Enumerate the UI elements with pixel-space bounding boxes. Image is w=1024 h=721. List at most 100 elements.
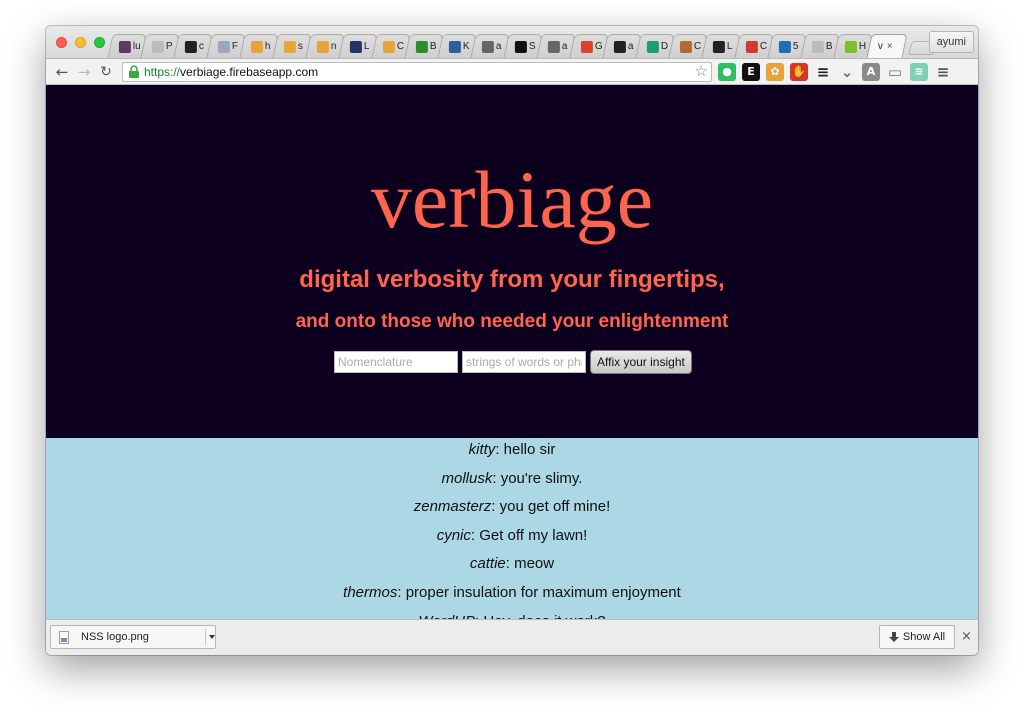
- tab-content: S: [507, 35, 539, 58]
- soundcloud-icon[interactable]: ≋: [910, 63, 928, 81]
- name-input[interactable]: [334, 351, 458, 373]
- tab-content: s: [276, 35, 308, 58]
- message-item: cynic: Get off my lawn!: [46, 524, 978, 553]
- h-logo-icon: [778, 40, 791, 53]
- close-download-bar-icon[interactable]: ×: [961, 629, 972, 645]
- tab-title: a: [627, 41, 634, 52]
- tab-title: lu: [132, 41, 141, 52]
- tab-title: C: [396, 41, 405, 52]
- message-author: cattie: [469, 555, 506, 573]
- tab-content: 5: [771, 35, 803, 58]
- download-menu-arrow-icon[interactable]: [209, 635, 215, 639]
- bar-chart-icon: [250, 40, 263, 53]
- bar-chart-icon: [316, 40, 329, 53]
- close-window-button[interactable]: [56, 37, 67, 48]
- show-all-downloads-button[interactable]: Show All: [879, 625, 955, 649]
- tab-title: c: [198, 41, 204, 52]
- e-extension-icon[interactable]: E: [742, 63, 760, 81]
- message-text: : Get off my lawn!: [470, 526, 588, 544]
- tab-title: S: [528, 41, 536, 52]
- gem-icon: [217, 40, 230, 53]
- tab-close-icon[interactable]: ×: [887, 41, 893, 52]
- address-bar[interactable]: https://verbiage.firebaseapp.com ☆: [122, 62, 712, 82]
- url-text: https://verbiage.firebaseapp.com: [144, 65, 318, 79]
- cast-icon[interactable]: ▭: [886, 63, 904, 81]
- buffer-icon[interactable]: ≡: [814, 63, 832, 81]
- document-icon: [151, 40, 164, 53]
- post-form: Affix your insight: [334, 350, 692, 374]
- tab-content: n: [309, 35, 341, 58]
- tab-title: H: [858, 41, 867, 52]
- profile-button[interactable]: ayumi: [928, 31, 974, 53]
- drop-icon: [646, 40, 659, 53]
- avatar-icon: [349, 40, 362, 53]
- bar-chart-icon: [382, 40, 395, 53]
- pocket-icon[interactable]: ⌄: [838, 63, 856, 81]
- tab-title: K: [462, 41, 470, 52]
- tab-content: G: [573, 35, 605, 58]
- message-input[interactable]: [462, 351, 586, 373]
- html-icon: [844, 40, 857, 53]
- lock-icon: [129, 65, 139, 78]
- angular-icon[interactable]: A: [862, 63, 880, 81]
- bookmark-star-icon[interactable]: ☆: [695, 63, 708, 81]
- message-text: : you get off mine!: [491, 498, 611, 516]
- slash-circle-icon: [514, 40, 527, 53]
- url-scheme: https://: [144, 65, 181, 79]
- message-item: cattie: meow: [46, 552, 978, 581]
- tagline-secondary: and onto those who needed your enlighten…: [295, 311, 729, 332]
- reload-icon: ↻: [100, 64, 112, 80]
- keyboard-icon: [547, 40, 560, 53]
- message-author: mollusk: [441, 469, 493, 487]
- tab-title: L: [363, 41, 370, 52]
- message-text: : proper insulation for maximum enjoymen…: [397, 583, 681, 601]
- message-author: thermos: [343, 583, 398, 601]
- download-item[interactable]: NSS logo.png: [50, 625, 216, 649]
- download-divider: [205, 629, 206, 645]
- message-item: thermos: proper insulation for maximum e…: [46, 581, 978, 610]
- web-page: verbiage digital verbosity from your fin…: [46, 85, 978, 619]
- tab-title: v: [877, 41, 883, 52]
- tab-title: a: [561, 41, 568, 52]
- red-square-icon: [580, 40, 593, 53]
- tab-title: a: [495, 41, 502, 52]
- forward-button[interactable]: →: [74, 62, 94, 82]
- submit-button[interactable]: Affix your insight: [590, 350, 692, 374]
- download-file-name: NSS logo.png: [81, 631, 149, 643]
- adblock-icon[interactable]: ✋: [790, 63, 808, 81]
- tab-content: h: [243, 35, 275, 58]
- tab-content: C: [672, 35, 704, 58]
- tab-title: s: [297, 41, 303, 52]
- tab-title: B: [429, 41, 437, 52]
- keyboard-icon: [481, 40, 494, 53]
- message-item: mollusk: you're slimy.: [46, 467, 978, 496]
- image-file-icon: [59, 631, 69, 644]
- github-icon: [184, 40, 197, 53]
- tab-content: a: [540, 35, 572, 58]
- message-item: WordUP: Hey, does it work?: [46, 610, 978, 619]
- reload-button[interactable]: ↻: [96, 62, 116, 82]
- maximize-window-button[interactable]: [94, 37, 105, 48]
- tab-title: G: [594, 41, 603, 52]
- tab-title: C: [759, 41, 768, 52]
- evernote-icon[interactable]: ●: [718, 63, 736, 81]
- menu-icon[interactable]: ≡: [934, 63, 952, 81]
- tagline-primary: digital verbosity from your fingertips,: [299, 266, 725, 293]
- active-tab[interactable]: v ×: [866, 34, 908, 58]
- tab-content: P: [144, 35, 176, 58]
- browser-toolbar: ← → ↻ https://verbiage.firebaseapp.com ☆…: [46, 58, 978, 85]
- tab-title: L: [726, 41, 733, 52]
- tab-content: C: [738, 35, 770, 58]
- tab-title: F: [231, 41, 239, 52]
- flower-icon[interactable]: ✿: [766, 63, 784, 81]
- back-button[interactable]: ←: [52, 62, 72, 82]
- tab-content: c: [177, 35, 209, 58]
- download-bar: NSS logo.png Show All ×: [46, 619, 978, 655]
- tab-content: a: [606, 35, 638, 58]
- hero-section: verbiage digital verbosity from your fin…: [46, 85, 978, 438]
- window-controls: [56, 37, 105, 48]
- back-arrow-icon: ←: [55, 63, 69, 81]
- minimize-window-button[interactable]: [75, 37, 86, 48]
- tab-content: L: [705, 35, 737, 58]
- tab-content: a: [474, 35, 506, 58]
